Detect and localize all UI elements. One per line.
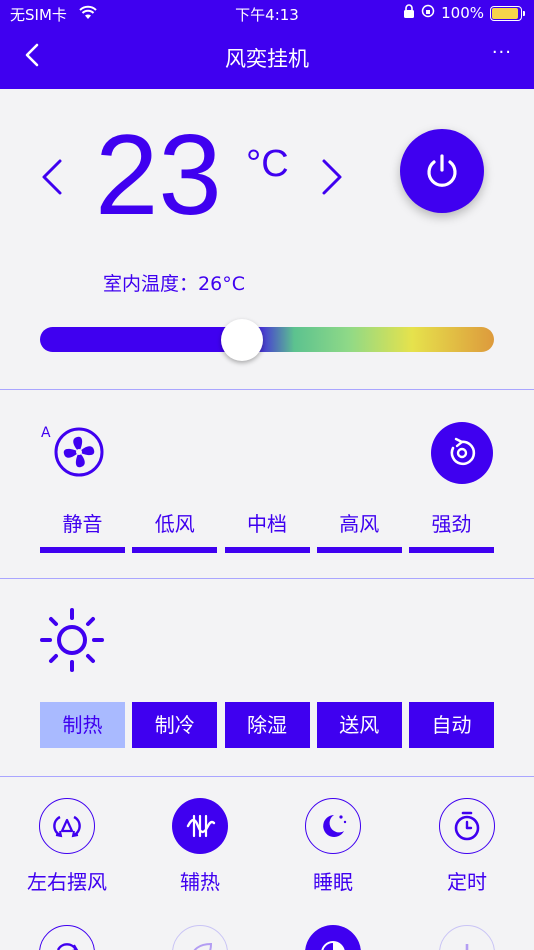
leaf-icon — [193, 942, 213, 950]
status-bar: 无SIM卡 下午4:13 100% — [0, 4, 534, 26]
fan-speed-row: 静音 低风 中档 高风 强劲 — [40, 508, 494, 553]
page-title: 风奕挂机 — [225, 47, 309, 71]
mode-heat-button[interactable]: 制热 — [40, 702, 125, 748]
timer-button[interactable] — [439, 798, 495, 854]
fan-speed-bar — [316, 547, 402, 553]
aux-heat-icon — [186, 814, 216, 838]
fan-speed-option[interactable]: 强劲 — [409, 508, 494, 553]
power-icon — [427, 154, 457, 187]
fan-speed-bar — [409, 547, 494, 553]
mode-fan-button[interactable]: 送风 — [316, 702, 402, 748]
eco-button[interactable] — [172, 925, 228, 950]
temp-increase-button[interactable] — [318, 157, 346, 197]
half-circle-button[interactable] — [305, 925, 361, 950]
sleep-function[interactable]: 睡眠 — [273, 798, 393, 895]
mode-cool-button[interactable]: 制冷 — [132, 702, 218, 748]
divider — [0, 776, 534, 777]
rotate-icon — [450, 437, 476, 466]
ac-control-screen: 无SIM卡 下午4:13 100% 风奕挂机 ··· 23 °C 室内温度：26… — [0, 0, 534, 950]
status-right: 100% — [403, 4, 525, 22]
swing-button[interactable] — [431, 422, 493, 484]
aux-heat-function[interactable]: 辅热 — [140, 798, 260, 895]
set-temperature: 23 — [95, 112, 222, 239]
swing-lr-icon — [53, 815, 81, 838]
function-button-partial[interactable] — [7, 925, 127, 950]
function-button-partial[interactable] — [273, 925, 393, 950]
temp-decrease-button[interactable] — [38, 157, 66, 197]
aux-heat-button[interactable] — [172, 798, 228, 854]
plus-icon — [465, 944, 469, 950]
function-button-partial[interactable] — [140, 925, 260, 950]
swing-ud-icon — [56, 943, 79, 950]
power-button[interactable] — [400, 129, 484, 213]
orientation-lock-icon — [421, 4, 435, 22]
fan-speed-bar — [224, 547, 310, 553]
fan-speed-option[interactable]: 中档 — [224, 508, 310, 553]
pie-icon — [321, 941, 345, 950]
sleep-button[interactable] — [305, 798, 361, 854]
indoor-temp-value: 26°C — [198, 273, 245, 295]
slider-thumb[interactable] — [221, 319, 264, 361]
indoor-temp-label: 室内温度： — [103, 273, 199, 295]
chevron-left-icon — [42, 159, 62, 195]
battery-icon — [490, 5, 525, 21]
temperature-slider[interactable] — [40, 319, 494, 361]
fan-speed-option[interactable]: 高风 — [316, 508, 402, 553]
divider — [0, 389, 534, 390]
swing-lr-button[interactable] — [39, 798, 95, 854]
function-label: 睡眠 — [313, 870, 353, 894]
swing-ud-button[interactable] — [39, 925, 95, 950]
more-button[interactable]: ··· — [492, 42, 512, 63]
fan-speed-label: 低风 — [154, 512, 195, 536]
temperature-unit: °C — [246, 143, 289, 185]
fan-speed-option[interactable]: 低风 — [132, 508, 218, 553]
battery-percent: 100% — [441, 4, 484, 22]
indoor-temperature: 室内温度：26°C — [103, 269, 245, 296]
fan-speed-option[interactable]: 静音 — [40, 508, 125, 553]
fan-icon[interactable] — [53, 426, 105, 478]
timer-icon — [454, 811, 480, 841]
fan-speed-label: 静音 — [62, 512, 103, 536]
fan-speed-bar — [40, 547, 125, 553]
fan-speed-bar — [132, 547, 218, 553]
fan-speed-label: 高风 — [339, 512, 380, 536]
function-label: 辅热 — [180, 870, 220, 894]
timer-function[interactable]: 定时 — [407, 798, 527, 895]
sleep-icon — [323, 815, 347, 837]
temperature-panel: 23 °C 室内温度：26°C — [0, 89, 534, 389]
nav-bar: 风奕挂机 ··· — [0, 30, 534, 84]
function-button-partial[interactable] — [407, 925, 527, 950]
plus-button[interactable] — [439, 925, 495, 950]
mode-auto-button[interactable]: 自动 — [409, 702, 494, 748]
swing-lr-function[interactable]: 左右摆风 — [7, 798, 127, 895]
mode-row: 制热 制冷 除湿 送风 自动 — [40, 702, 494, 748]
function-label: 左右摆风 — [27, 870, 107, 894]
fan-auto-label: A — [41, 425, 51, 441]
fan-speed-label: 强劲 — [431, 512, 472, 536]
chevron-right-icon — [322, 159, 342, 195]
divider — [0, 578, 534, 579]
top-bar: 无SIM卡 下午4:13 100% 风奕挂机 ··· — [0, 0, 534, 89]
fan-speed-label: 中档 — [247, 512, 287, 536]
function-label: 定时 — [447, 870, 487, 894]
lock-rotation-icon — [403, 4, 415, 22]
mode-dry-button[interactable]: 除湿 — [224, 702, 310, 748]
sun-icon — [40, 608, 104, 672]
